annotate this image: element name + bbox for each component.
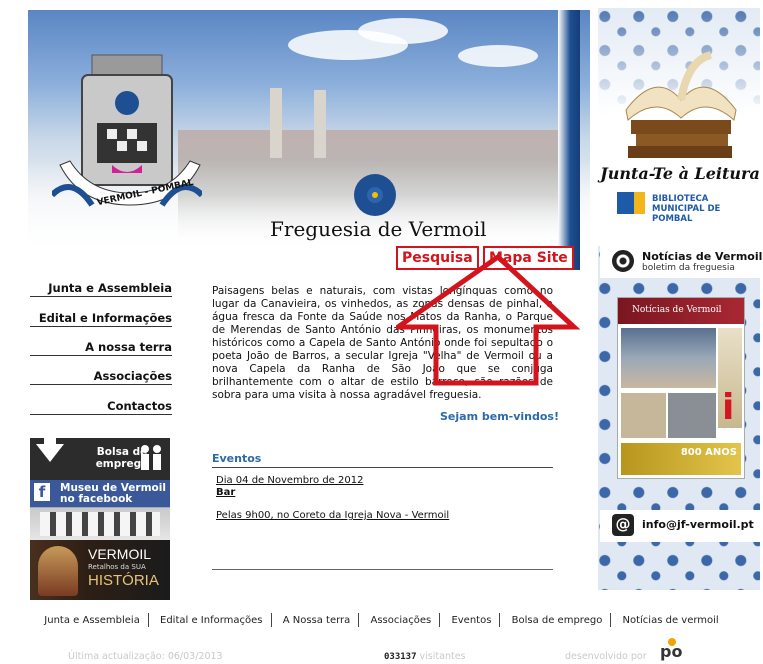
nav-nossa-terra[interactable]: A nossa terra <box>30 340 172 356</box>
people-icon <box>141 445 161 470</box>
newsletter-masthead: Notícias de Vermoil <box>618 298 744 324</box>
nav-edital-informacoes[interactable]: Edital e Informações <box>30 311 172 327</box>
bolsa-emprego-banner[interactable]: Bolsa de emprego <box>30 438 170 480</box>
facebook-museum-banner[interactable]: f Museu de Vermoil no facebook <box>30 480 170 540</box>
site-title: Freguesia de Vermoil <box>270 217 487 241</box>
nav-junta-assembleia[interactable]: Junta e Assembleia <box>30 281 172 297</box>
footer-nav: Junta e Assembleia Edital e Informações … <box>0 613 763 627</box>
info-i-icon: i <box>722 387 735 428</box>
saint-figure-image <box>38 546 78 596</box>
last-updated-text: Última actualização: 06/03/2013 <box>68 651 223 662</box>
developed-by-text: desenvolvido por <box>565 651 647 662</box>
events-heading: Eventos <box>212 452 553 468</box>
welcome-text: Sejam bem-vindos! <box>440 410 559 423</box>
visitor-counter: 033137 visitantes <box>384 651 465 662</box>
down-arrow-icon <box>36 444 64 462</box>
newsletter-banner: 800 ANOS <box>621 443 741 475</box>
nav-contactos[interactable]: Contactos <box>30 399 172 415</box>
footer-link-edital[interactable]: Edital e Informações <box>160 615 263 626</box>
historia-banner[interactable]: VERMOIL Retalhos da SUA HISTÓRIA <box>30 540 170 600</box>
historia-title: VERMOIL <box>88 546 152 562</box>
news-title-link[interactable]: Notícias de Vermoil <box>642 250 762 263</box>
visitor-label: visitantes <box>419 651 466 662</box>
footer-link-associacoes[interactable]: Associações <box>370 615 431 626</box>
open-book-icon[interactable] <box>616 50 746 160</box>
red-arrow-annotation-icon <box>396 255 581 386</box>
library-name: BIBLIOTECA MUNICIPAL DE POMBAL <box>652 194 763 224</box>
events-divider <box>212 569 553 570</box>
at-sign-icon: @ <box>612 514 634 536</box>
library-line-2: MUNICIPAL DE POMBAL <box>652 204 721 224</box>
event-title-link[interactable]: Bar <box>216 487 235 498</box>
footer-link-eventos[interactable]: Eventos <box>451 615 491 626</box>
header-blue-curve <box>558 10 580 270</box>
footer-link-terra[interactable]: A Nossa terra <box>283 615 351 626</box>
flower-emblem-icon <box>354 174 396 216</box>
footer-link-bolsa[interactable]: Bolsa de emprego <box>512 615 603 626</box>
visitor-count: 033137 <box>384 652 417 662</box>
news-subtitle: boletim da freguesia <box>642 263 735 273</box>
facebook-icon: f <box>34 483 50 501</box>
event-description-link[interactable]: Pelas 9h00, no Coreto da Igreja Nova - V… <box>216 510 449 521</box>
developer-logo[interactable]: po <box>660 638 682 661</box>
historia-word: HISTÓRIA <box>88 572 159 589</box>
nav-associacoes[interactable]: Associações <box>30 369 172 385</box>
facebook-label: Museu de Vermoil no facebook <box>60 482 166 505</box>
library-logo-icon <box>617 192 645 214</box>
email-link[interactable]: info@jf-vermoil.pt <box>642 518 754 531</box>
historia-subtitle: Retalhos da SUA <box>88 563 146 571</box>
reading-campaign-title: Junta-Te à Leitura <box>600 164 760 183</box>
newsletter-photo <box>621 328 716 388</box>
footer-link-junta[interactable]: Junta e Assembleia <box>44 615 140 626</box>
newsletter-photo-2 <box>621 393 666 438</box>
footer-link-noticias[interactable]: Notícias de vermoil <box>623 615 719 626</box>
event-date-link[interactable]: Dia 04 de Novembro de 2012 <box>216 475 363 486</box>
newsletter-photo-3 <box>668 393 716 438</box>
target-icon <box>612 250 634 272</box>
newsletter-cover[interactable]: Notícias de Vermoil i 800 ANOS <box>617 297 745 479</box>
library-line-1: BIBLIOTECA <box>652 194 709 204</box>
logo-dot-icon <box>668 638 676 646</box>
